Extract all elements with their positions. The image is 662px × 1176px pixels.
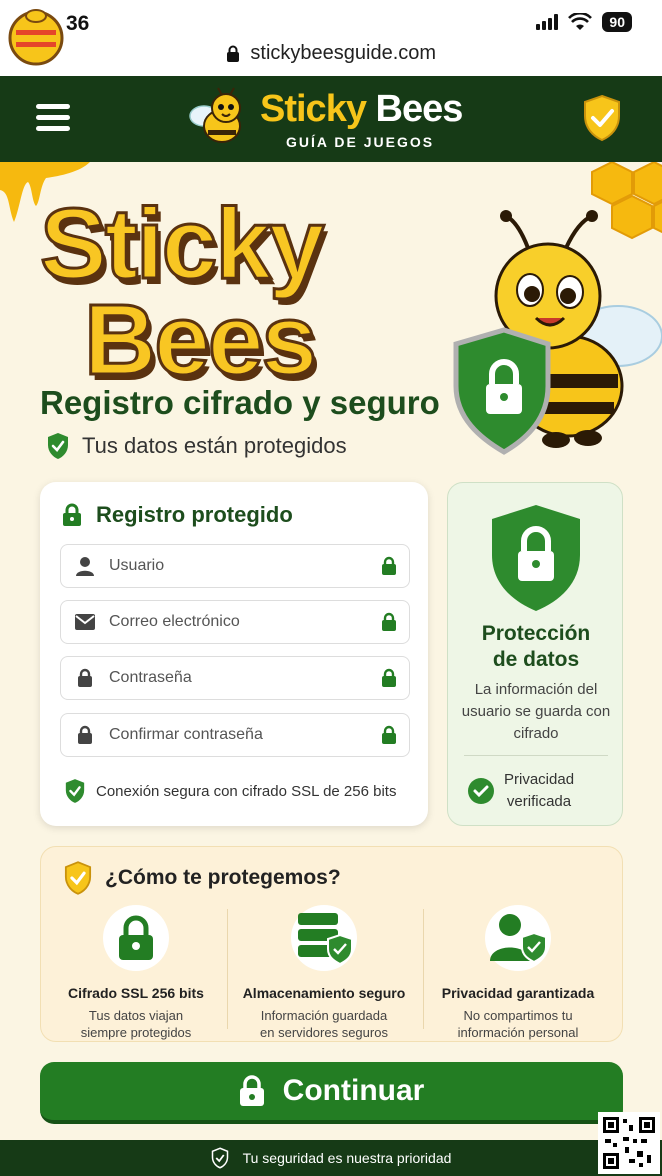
feature-storage: Almacenamiento seguro Información guarda… xyxy=(231,905,417,1041)
how-we-protect-section: ¿Cómo te protegemos? Cifrado SSL 256 bit… xyxy=(40,846,623,1042)
divider xyxy=(464,755,608,756)
user-icon xyxy=(76,557,94,576)
lock-icon xyxy=(382,725,396,744)
menu-icon[interactable] xyxy=(36,104,70,132)
battery-indicator: 90 xyxy=(602,12,632,32)
footer-bar: Tu seguridad es nuestra prioridad xyxy=(0,1140,662,1176)
address-bar[interactable]: stickybeesguide.com xyxy=(0,42,662,76)
server-shield-icon xyxy=(298,913,353,965)
url-text[interactable]: stickybeesguide.com xyxy=(250,42,436,64)
username-placeholder: Usuario xyxy=(109,557,165,574)
email-field[interactable]: Correo electrónico xyxy=(60,600,410,644)
ssl-note: Conexión segura con cifrado SSL de 256 b… xyxy=(64,778,396,804)
site-header: Sticky Bees GUÍA DE JUEGOS xyxy=(0,76,662,162)
section-title: ¿Cómo te protegemos? xyxy=(63,861,341,895)
shield-check-icon xyxy=(211,1147,228,1169)
hero-logo-title: Sticky Bees xyxy=(39,188,400,396)
brand-tagline: GUÍA DE JUEGOS xyxy=(286,134,435,150)
form-title: Registro protegido xyxy=(62,502,293,528)
qr-code[interactable] xyxy=(598,1112,660,1174)
bee-mascot-with-shield xyxy=(453,210,662,455)
side-card-title: Protección de datos xyxy=(481,622,591,671)
confirm-password-placeholder: Confirmar contraseña xyxy=(109,726,263,743)
shield-check-icon xyxy=(64,861,92,895)
lock-icon xyxy=(63,503,81,526)
email-placeholder: Correo electrónico xyxy=(109,613,240,630)
shield-check-icon[interactable] xyxy=(582,94,622,142)
shield-check-icon xyxy=(48,433,68,459)
mail-icon xyxy=(75,614,95,630)
lock-icon xyxy=(78,725,92,744)
lock-icon xyxy=(382,668,396,687)
status-icons: 90 xyxy=(536,12,632,32)
side-card-text: La información del usuario se guarda con… xyxy=(461,681,611,742)
signal-icon xyxy=(536,14,559,30)
password-placeholder: Contraseña xyxy=(109,669,192,686)
shield-check-icon xyxy=(65,779,85,803)
hero-title-line2: Bees xyxy=(83,284,319,396)
status-time: 36 xyxy=(66,12,90,35)
check-circle-icon xyxy=(468,778,494,804)
continue-button[interactable]: Continuar xyxy=(40,1062,623,1124)
lock-icon xyxy=(239,1075,264,1106)
registration-form: Registro protegido Usuario Correo electr… xyxy=(40,482,428,826)
shield-lock-icon xyxy=(492,505,580,611)
password-field[interactable]: Contraseña xyxy=(60,656,410,700)
bee-icon xyxy=(189,87,241,143)
confirm-password-field[interactable]: Confirmar contraseña xyxy=(60,713,410,757)
protected-notice: Tus datos están protegidos xyxy=(46,432,347,460)
lock-icon xyxy=(119,915,153,960)
lock-icon xyxy=(78,668,92,687)
brand-name: Sticky Bees xyxy=(260,88,463,130)
hero-title-line1: Sticky xyxy=(39,188,327,300)
divider xyxy=(423,909,424,1029)
lock-icon xyxy=(382,612,396,631)
privacy-verified: Privacidad verificada xyxy=(468,769,574,813)
feature-ssl: Cifrado SSL 256 bits Tus datos viajan sie… xyxy=(43,905,229,1041)
protected-text: Tus datos están protegidos xyxy=(82,433,347,458)
wifi-icon xyxy=(568,13,593,30)
sticky-bees-badge-logo xyxy=(8,9,64,66)
lock-icon xyxy=(226,45,239,62)
page-headline: Registro cifrado y seguro xyxy=(40,384,440,421)
data-protection-card: Protección de datos La información del u… xyxy=(447,482,623,826)
status-bar: 36 90 xyxy=(0,0,662,42)
feature-privacy: Privacidad garantizada No compartimos tu… xyxy=(425,905,611,1041)
user-shield-icon xyxy=(490,914,547,964)
brand-logo[interactable]: Sticky Bees GUÍA DE JUEGOS xyxy=(182,84,482,154)
divider xyxy=(227,909,228,1029)
lock-icon xyxy=(382,556,396,575)
username-field[interactable]: Usuario xyxy=(60,544,410,588)
